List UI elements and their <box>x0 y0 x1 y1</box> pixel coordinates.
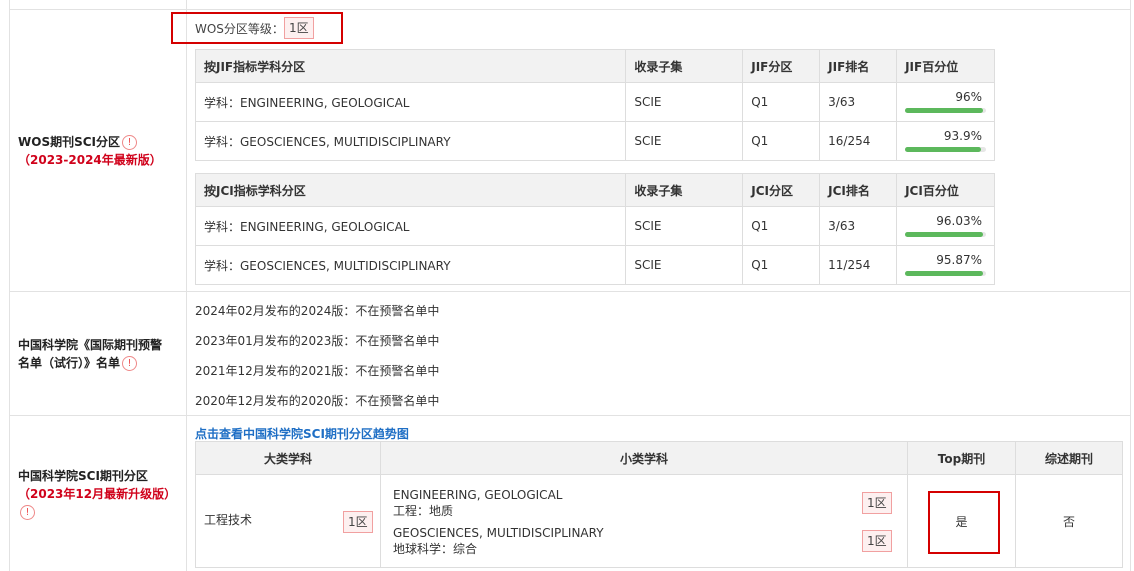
jif-header: 收录子集 <box>625 49 744 83</box>
percentile-cell: 96% <box>896 82 995 122</box>
wos-label-sub: （2023-2024年最新版） <box>18 152 162 167</box>
set-cell: SCIE <box>625 245 744 285</box>
minor-cell: ENGINEERING, GEOLOGICAL 工程：地质 1区 GEOSCIE… <box>380 474 908 568</box>
rank-cell: 3/63 <box>819 206 898 246</box>
major-zone-badge[interactable]: 1区 <box>343 511 373 533</box>
zone-cell: Q1 <box>742 245 821 285</box>
cas-header: Top期刊 <box>907 441 1016 475</box>
jif-header: 按JIF指标学科分区 <box>194 49 627 83</box>
jif-table: 按JIF指标学科分区 收录子集 JIF分区 JIF排名 JIF百分位 学科：EN… <box>194 49 995 161</box>
rank-cell: 16/254 <box>819 121 898 161</box>
cas-header: 综述期刊 <box>1015 441 1123 475</box>
percentile-fill <box>905 147 982 152</box>
set-cell: SCIE <box>625 82 744 122</box>
cas-header-row: 大类学科 小类学科 Top期刊 综述期刊 <box>195 441 1123 475</box>
warning-item: 2020年12月发布的2020版：不在预警名单中 <box>195 394 440 408</box>
subject-cell: 学科：ENGINEERING, GEOLOGICAL <box>194 206 627 246</box>
cas-section-label: 中国科学院SCI期刊分区 （2023年12月最新升级版） ! <box>10 416 186 571</box>
warning-label-line1: 中国科学院《国际期刊预警 <box>18 337 163 352</box>
divider <box>1130 0 1131 571</box>
minor-zone-badge[interactable]: 1区 <box>862 530 892 552</box>
percentile-bar <box>905 108 986 113</box>
jif-header: JIF分区 <box>742 49 821 83</box>
percentile-cell: 93.9% <box>896 121 995 161</box>
wos-level-label: WOS分区等级： <box>195 21 284 36</box>
cas-label-text: 中国科学院SCI期刊分区 <box>18 468 148 483</box>
percentile-value: 96.03% <box>936 214 982 228</box>
info-icon[interactable]: ! <box>122 134 137 150</box>
jci-header: JCI分区 <box>742 173 821 207</box>
jci-header: 收录子集 <box>625 173 744 207</box>
major-cell: 工程技术 1区 <box>195 474 381 568</box>
percentile-bar <box>905 147 986 152</box>
subject-cell: 学科：ENGINEERING, GEOLOGICAL <box>194 82 627 122</box>
jci-header: JCI百分位 <box>896 173 995 207</box>
percentile-value: 95.87% <box>936 253 982 267</box>
jci-header: JCI排名 <box>819 173 898 207</box>
warning-item: 2021年12月发布的2021版：不在预警名单中 <box>195 364 440 378</box>
wos-level-badge[interactable]: 1区 <box>283 17 314 39</box>
review-cell: 否 <box>1015 474 1123 568</box>
jci-table: 按JCI指标学科分区 收录子集 JCI分区 JCI排名 JCI百分位 学科：EN… <box>194 173 995 285</box>
percentile-cell: 95.87% <box>896 245 995 285</box>
set-cell: SCIE <box>625 206 744 246</box>
percentile-cell: 96.03% <box>896 206 995 246</box>
minor-en: ENGINEERING, GEOLOGICAL <box>393 488 563 502</box>
jci-header: 按JCI指标学科分区 <box>194 173 627 207</box>
jif-header: JIF排名 <box>819 49 898 83</box>
zone-cell: Q1 <box>742 206 821 246</box>
top-highlight-box <box>928 491 1000 554</box>
jif-header-row: 按JIF指标学科分区 收录子集 JIF分区 JIF排名 JIF百分位 <box>194 49 995 83</box>
percentile-bar <box>905 232 986 237</box>
divider <box>186 0 187 571</box>
cas-label-sub: （2023年12月最新升级版） <box>18 486 177 501</box>
percentile-fill <box>905 108 983 113</box>
set-cell: SCIE <box>625 121 744 161</box>
table-row: 学科：ENGINEERING, GEOLOGICAL SCIE Q1 3/63 … <box>194 206 995 246</box>
major-subject: 工程技术 <box>204 513 253 527</box>
rank-cell: 11/254 <box>819 245 898 285</box>
percentile-value: 93.9% <box>943 129 982 143</box>
warning-section-label: 中国科学院《国际期刊预警 名单（试行）》名单! <box>10 292 186 415</box>
jci-header-row: 按JCI指标学科分区 收录子集 JCI分区 JCI排名 JCI百分位 <box>194 173 995 207</box>
wos-level-box: WOS分区等级： 1区 <box>171 12 343 44</box>
wos-section-label: WOS期刊SCI分区! （2023-2024年最新版） <box>10 10 186 291</box>
zone-cell: Q1 <box>742 82 821 122</box>
percentile-bar <box>905 271 986 276</box>
cas-trend-link[interactable]: 点击查看中国科学院SCI期刊分区趋势图 <box>195 425 409 442</box>
minor-cn: 工程：地质 <box>393 504 454 518</box>
minor-cn: 地球科学：综合 <box>393 542 478 556</box>
info-icon[interactable]: ! <box>122 355 138 371</box>
percentile-value: 96% <box>955 90 982 104</box>
wos-label-text: WOS期刊SCI分区 <box>18 134 120 149</box>
info-icon[interactable]: ! <box>20 504 35 520</box>
minor-en: GEOSCIENCES, MULTIDISCIPLINARY <box>393 526 604 540</box>
rank-cell: 3/63 <box>819 82 898 122</box>
table-row: 学科：GEOSCIENCES, MULTIDISCIPLINARY SCIE Q… <box>194 245 995 285</box>
percentile-fill <box>905 232 983 237</box>
cas-header: 大类学科 <box>195 441 381 475</box>
table-row: 学科：GEOSCIENCES, MULTIDISCIPLINARY SCIE Q… <box>194 121 995 161</box>
cas-header: 小类学科 <box>380 441 908 475</box>
warning-item: 2023年01月发布的2023版：不在预警名单中 <box>195 334 440 348</box>
subject-cell: 学科：GEOSCIENCES, MULTIDISCIPLINARY <box>194 121 627 161</box>
warning-label-line2: 名单（试行）》名单 <box>18 355 121 370</box>
table-row: 学科：ENGINEERING, GEOLOGICAL SCIE Q1 3/63 … <box>194 82 995 122</box>
minor-item: GEOSCIENCES, MULTIDISCIPLINARY 地球科学：综合 <box>393 525 604 557</box>
zone-cell: Q1 <box>742 121 821 161</box>
percentile-fill <box>905 271 983 276</box>
minor-zone-badge[interactable]: 1区 <box>862 492 892 514</box>
subject-cell: 学科：GEOSCIENCES, MULTIDISCIPLINARY <box>194 245 627 285</box>
jif-header: JIF百分位 <box>896 49 995 83</box>
warning-item: 2024年02月发布的2024版：不在预警名单中 <box>195 304 440 318</box>
minor-item: ENGINEERING, GEOLOGICAL 工程：地质 <box>393 487 562 519</box>
